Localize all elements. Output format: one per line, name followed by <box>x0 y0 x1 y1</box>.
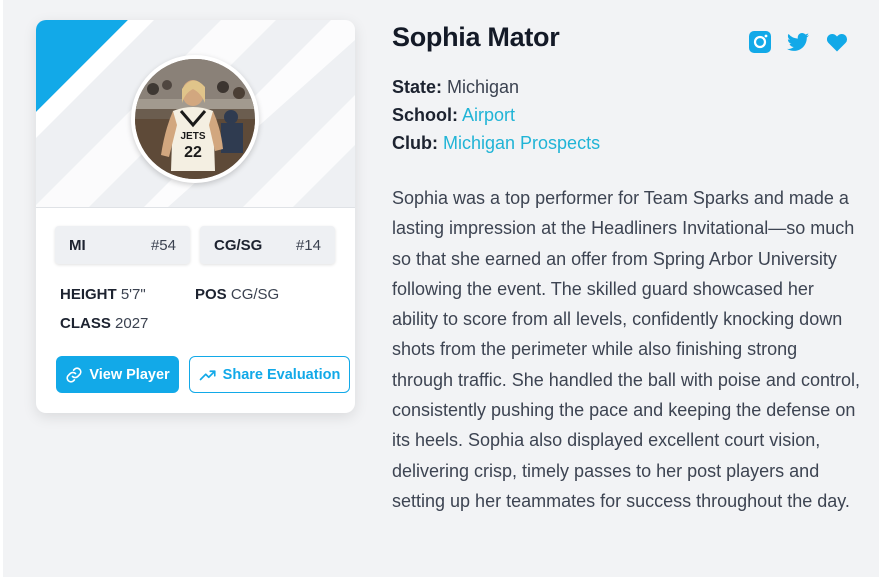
player-name: Sophia Mator <box>392 22 560 52</box>
club-label: Club: <box>392 133 438 153</box>
stat-label: CG/SG <box>214 237 263 254</box>
player-photo: JETS 22 <box>135 59 255 179</box>
pos-attr: POS CG/SG <box>195 286 279 303</box>
card-hero: JETS 22 <box>36 20 355 208</box>
player-bio: Sophia was a top performer for Team Spar… <box>392 188 860 511</box>
link-icon <box>66 366 82 383</box>
jersey-text: JETS <box>180 131 205 142</box>
stat-label: MI <box>69 237 86 254</box>
share-evaluation-button[interactable]: Share Evaluation <box>189 356 350 393</box>
avatar: JETS 22 <box>131 55 259 183</box>
club-link[interactable]: Michigan Prospects <box>443 133 600 153</box>
state-value: Michigan <box>447 77 520 97</box>
share-evaluation-label: Share Evaluation <box>222 366 341 383</box>
school-label: School: <box>392 105 458 125</box>
school-link[interactable]: Airport <box>462 105 515 125</box>
stat-value: #14 <box>295 237 321 254</box>
state-line: State: Michigan <box>392 77 519 98</box>
class-attr: CLASS 2027 <box>60 315 148 332</box>
class-label: CLASS <box>60 315 111 332</box>
school-line: School: Airport <box>392 105 515 126</box>
twitter-icon[interactable] <box>786 30 810 54</box>
stat-box-position-rank: CG/SG #14 <box>200 226 335 264</box>
state-label: State: <box>392 77 443 97</box>
pos-label: POS <box>195 286 227 303</box>
height-label: HEIGHT <box>60 286 117 303</box>
instagram-icon[interactable] <box>748 30 772 54</box>
stat-box-state-rank: MI #54 <box>55 226 190 264</box>
stat-value: #54 <box>150 237 176 254</box>
trending-up-icon <box>199 369 216 380</box>
jersey-number: 22 <box>184 144 202 161</box>
heart-icon[interactable] <box>825 30 849 54</box>
player-card: JETS 22 MI #54 CG/SG #14 HEIGHT 5'7" POS… <box>36 20 355 413</box>
view-player-label: View Player <box>89 366 170 383</box>
view-player-button[interactable]: View Player <box>56 356 179 393</box>
club-line: Club: Michigan Prospects <box>392 133 600 154</box>
height-attr: HEIGHT 5'7" <box>60 286 146 303</box>
pos-value: CG/SG <box>230 286 280 303</box>
class-value: 2027 <box>115 315 149 332</box>
height-value: 5'7" <box>120 286 146 303</box>
player-panel: JETS 22 MI #54 CG/SG #14 HEIGHT 5'7" POS… <box>3 0 879 577</box>
